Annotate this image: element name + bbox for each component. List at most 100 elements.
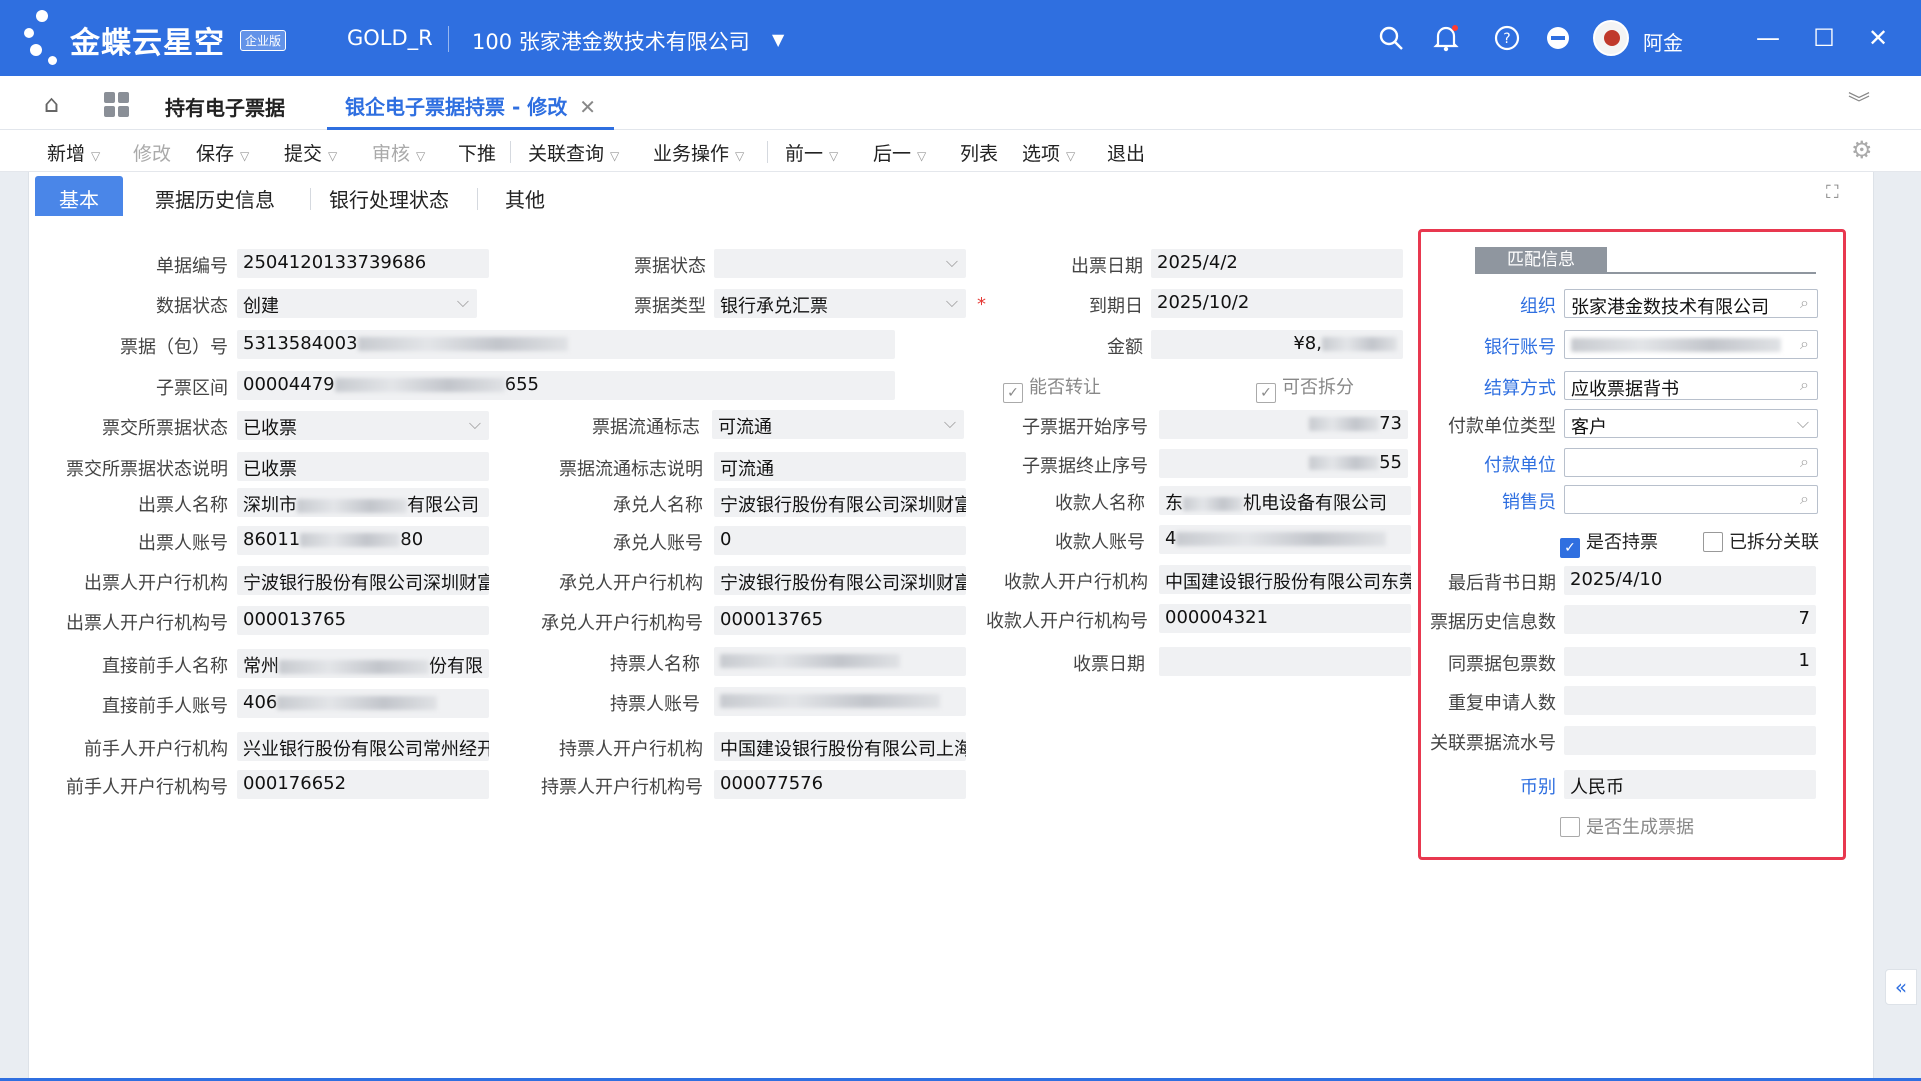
- fullscreen-icon[interactable]: ⛶: [1826, 182, 1839, 203]
- payer-type-select[interactable]: 客户 ⌵: [1564, 409, 1818, 438]
- chevron-down-icon: ▽: [829, 149, 839, 163]
- last-endorse-field[interactable]: 2025/4/10: [1564, 566, 1816, 595]
- tab-bank-status[interactable]: 银行处理状态: [329, 176, 449, 216]
- label-bank-acct[interactable]: 银行账号: [1484, 333, 1556, 359]
- acceptor-bank-field[interactable]: 宁波银行股份有限公司深圳财富: [714, 566, 966, 595]
- list-button[interactable]: 列表: [960, 139, 998, 166]
- minimize-icon[interactable]: —: [1750, 20, 1786, 56]
- acceptor-acct-field[interactable]: 0: [714, 526, 966, 555]
- payee-bank-field[interactable]: 中国建设银行股份有限公司东莞: [1159, 565, 1411, 594]
- close-icon[interactable]: ✕: [1860, 20, 1896, 56]
- label-currency[interactable]: 币别: [1520, 773, 1556, 799]
- bill-no-field[interactable]: 2504120133739686: [237, 249, 489, 278]
- expand-sidebar-icon[interactable]: «: [1885, 969, 1917, 1005]
- label-settle[interactable]: 结算方式: [1484, 374, 1556, 400]
- drawer-bank-no-field[interactable]: 000013765: [237, 606, 489, 635]
- home-icon[interactable]: ⌂: [44, 90, 59, 118]
- pkg-count-field[interactable]: 1: [1564, 647, 1816, 676]
- bell-icon[interactable]: [1430, 22, 1462, 54]
- user-name[interactable]: 阿金: [1643, 27, 1683, 56]
- maximize-icon[interactable]: ☐: [1806, 20, 1842, 56]
- prev-bank-field[interactable]: 兴业银行股份有限公司常州经开: [237, 732, 489, 761]
- can-transfer-checkbox[interactable]: ✓ 能否转让: [1003, 373, 1101, 403]
- tab-other[interactable]: 其他: [505, 176, 545, 216]
- history-count-field[interactable]: 7: [1564, 605, 1816, 634]
- tab-held-bills[interactable]: 持有电子票据: [165, 92, 285, 121]
- search-icon[interactable]: [1375, 22, 1407, 54]
- label-payer[interactable]: 付款单位: [1484, 451, 1556, 477]
- payee-acct-field[interactable]: 4: [1159, 525, 1411, 554]
- settle-field[interactable]: 应收票据背书 ⌕: [1564, 371, 1818, 400]
- receive-date-field[interactable]: [1159, 647, 1411, 676]
- edit-button[interactable]: 修改: [133, 139, 171, 166]
- payer-field[interactable]: ⌕: [1564, 448, 1818, 477]
- minus-circle-icon[interactable]: [1542, 22, 1574, 54]
- drawer-bank-field[interactable]: 宁波银行股份有限公司深圳财富: [237, 566, 489, 595]
- can-split-checkbox[interactable]: ✓ 可否拆分: [1256, 373, 1354, 403]
- data-status-select[interactable]: 创建 ⌵: [237, 289, 477, 318]
- holder-acct-field[interactable]: [714, 687, 966, 716]
- drawer-name-field[interactable]: 深圳市 有限公司: [237, 488, 489, 517]
- collapse-icon[interactable]: ︾: [1848, 86, 1870, 118]
- tab-basic[interactable]: 基本: [35, 176, 123, 216]
- apps-grid-icon[interactable]: [104, 92, 130, 118]
- close-tab-icon[interactable]: ✕: [579, 95, 596, 119]
- prev-bank-no-field[interactable]: 000176652: [237, 770, 489, 799]
- options-button[interactable]: 选项 ▽: [1022, 139, 1075, 166]
- acceptor-bank-no-field[interactable]: 000013765: [714, 606, 966, 635]
- payee-bank-no-field[interactable]: 000004321: [1159, 604, 1411, 633]
- bill-type-select[interactable]: 银行承兑汇票 ⌵: [714, 289, 966, 318]
- submit-button[interactable]: 提交 ▽: [284, 139, 337, 166]
- company-selector[interactable]: 100 张家港金数技术有限公司: [472, 26, 750, 56]
- save-button[interactable]: 保存 ▽: [196, 139, 249, 166]
- exch-status-select[interactable]: 已收票 ⌵: [237, 411, 489, 440]
- tab-bill-edit[interactable]: 银企电子票据持票 - 修改 ✕: [327, 76, 614, 130]
- chevron-down-icon[interactable]: ▼: [772, 30, 784, 49]
- sub-end-field[interactable]: 55: [1159, 449, 1408, 478]
- bank-acct-field[interactable]: ⌕: [1564, 330, 1818, 359]
- amount-field[interactable]: ¥8,: [1151, 330, 1403, 359]
- circ-flag-select[interactable]: 可流通 ⌵: [712, 410, 964, 439]
- gear-icon[interactable]: ⚙: [1851, 136, 1873, 164]
- sub-range-field[interactable]: 00004479 655: [237, 371, 895, 400]
- prev-name-field[interactable]: 常州 份有限: [237, 649, 489, 678]
- dup-count-field[interactable]: [1564, 686, 1816, 715]
- holder-bank-no-field[interactable]: 000077576: [714, 770, 966, 799]
- acceptor-name-field[interactable]: 宁波银行股份有限公司深圳财富: [714, 488, 966, 517]
- is-split-checkbox[interactable]: 已拆分关联: [1703, 528, 1819, 554]
- new-button[interactable]: 新增 ▽: [47, 139, 100, 166]
- business-ops-button[interactable]: 业务操作 ▽: [653, 139, 744, 166]
- holder-name-field[interactable]: [714, 647, 966, 676]
- circ-desc-field[interactable]: 可流通: [714, 452, 966, 481]
- exch-status-desc-field[interactable]: 已收票: [237, 452, 489, 481]
- push-down-button[interactable]: 下推: [458, 139, 496, 166]
- gen-bill-checkbox[interactable]: 是否生成票据: [1560, 813, 1694, 839]
- bill-status-select[interactable]: ⌵: [714, 249, 966, 278]
- exit-button[interactable]: 退出: [1107, 139, 1145, 166]
- next-button[interactable]: 后一 ▽: [873, 139, 926, 166]
- currency-field[interactable]: 人民币: [1564, 770, 1816, 799]
- tab-bill-edit-label: 银企电子票据持票 - 修改: [345, 95, 568, 119]
- help-icon[interactable]: ?: [1491, 22, 1523, 54]
- related-query-button[interactable]: 关联查询 ▽: [528, 139, 619, 166]
- org-field[interactable]: 张家港金数技术有限公司 ⌕: [1564, 289, 1818, 318]
- avatar[interactable]: [1593, 20, 1629, 56]
- tab-bill-history[interactable]: 票据历史信息: [155, 176, 275, 216]
- bill-pkg-no-field[interactable]: 5313584003: [237, 330, 895, 359]
- previous-button[interactable]: 前一 ▽: [785, 139, 838, 166]
- is-held-checkbox[interactable]: ✓ 是否持票: [1560, 528, 1658, 558]
- drawer-acct-field[interactable]: 86011 80: [237, 526, 489, 555]
- audit-button[interactable]: 审核 ▽: [372, 139, 425, 166]
- due-date-field[interactable]: 2025/10/2: [1151, 289, 1403, 318]
- salesman-field[interactable]: ⌕: [1564, 485, 1818, 514]
- prev-acct-field[interactable]: 406: [237, 689, 489, 718]
- label-org[interactable]: 组织: [1520, 292, 1556, 318]
- holder-bank-field[interactable]: 中国建设银行股份有限公司上海: [714, 732, 966, 761]
- sub-start-field[interactable]: 73: [1159, 410, 1408, 439]
- account-name[interactable]: GOLD_R: [347, 26, 433, 50]
- related-serial-field[interactable]: [1564, 726, 1816, 755]
- label-payee-bank-no: 收款人开户行机构号: [986, 611, 1148, 632]
- issue-date-field[interactable]: 2025/4/2: [1151, 249, 1403, 278]
- label-salesman[interactable]: 销售员: [1502, 488, 1556, 514]
- payee-name-field[interactable]: 东机电设备有限公司: [1159, 486, 1411, 515]
